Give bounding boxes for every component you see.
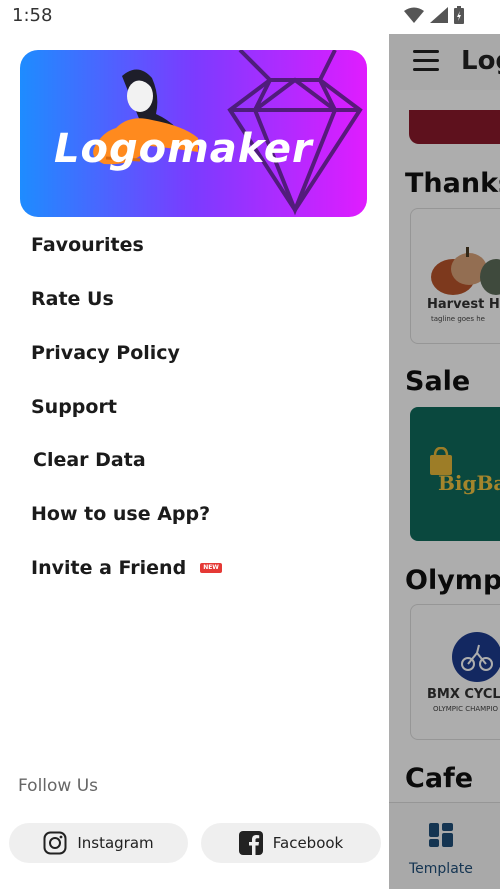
instagram-icon (43, 831, 67, 855)
bottom-navigation: Template (389, 802, 500, 889)
harvest-card-tagline: tagline goes he (431, 315, 485, 323)
menu-item-label: Clear Data (33, 449, 146, 471)
navigation-drawer: Logomaker Favourites Rate Us Privacy Pol… (0, 34, 389, 889)
section-title-sale: Sale (405, 366, 471, 397)
menu-item-label: How to use App? (31, 503, 211, 525)
facebook-icon (238, 831, 263, 855)
section-title-cafe: Cafe (405, 763, 474, 794)
menu-item-rate-us[interactable]: Rate Us (31, 284, 114, 314)
wifi-icon (404, 7, 424, 23)
background-app-title: Log (461, 46, 500, 76)
follow-us-label: Follow Us (18, 776, 99, 796)
signal-icon (430, 7, 448, 23)
pumpkin-icon (431, 247, 500, 295)
menu-item-how-to-use[interactable]: How to use App? (31, 499, 210, 529)
logomaker-logo-text: Logomaker (54, 126, 313, 172)
menu-item-label: Favourites (31, 234, 144, 256)
drawer-header-banner: Logomaker (20, 50, 367, 217)
menu-item-label: Rate Us (31, 288, 114, 310)
section-title-thanks: Thanks (405, 168, 500, 199)
instagram-button[interactable]: Instagram (9, 823, 188, 863)
new-badge: NEW (200, 563, 222, 573)
menu-item-favourites[interactable]: Favourites (31, 230, 144, 260)
status-icons (404, 6, 464, 24)
instagram-label: Instagram (77, 834, 154, 852)
template-card-harvest[interactable]: Harvest He tagline goes he (410, 208, 500, 344)
background-app: Log Thanks Harvest He tagline goes he Sa… (389, 34, 500, 889)
menu-item-privacy-policy[interactable]: Privacy Policy (31, 338, 180, 368)
menu-item-label: Support (31, 396, 117, 418)
harvest-card-title: Harvest He (427, 297, 500, 312)
status-time: 1:58 (12, 5, 53, 26)
background-toolbar: Log (389, 34, 500, 90)
bmx-emblem-icon (452, 632, 500, 682)
template-tab-icon[interactable] (429, 823, 453, 847)
background-banner (409, 110, 500, 144)
template-card-bigbaz[interactable]: BigBaz (410, 407, 500, 541)
facebook-label: Facebook (272, 834, 344, 852)
bmx-card-title: BMX CYCL (427, 687, 500, 702)
bmx-card-subtitle: OLYMPIC CHAMPIO (433, 705, 498, 713)
section-title-olympic: Olympi (405, 565, 500, 596)
hamburger-menu-icon[interactable] (413, 50, 439, 72)
menu-item-invite-friend[interactable]: Invite a Friend NEW (31, 553, 222, 583)
bigbaz-card-title: BigBaz (438, 471, 500, 495)
menu-item-label: Privacy Policy (31, 342, 180, 364)
menu-item-label: Invite a Friend (31, 557, 187, 579)
template-card-bmx[interactable]: BMX CYCL OLYMPIC CHAMPIO (410, 604, 500, 740)
menu-item-clear-data[interactable]: Clear Data (33, 445, 146, 475)
facebook-button[interactable]: Facebook (201, 823, 381, 863)
status-bar: 1:58 (0, 0, 500, 34)
template-tab-label[interactable]: Template (409, 861, 473, 877)
battery-icon (454, 6, 464, 24)
menu-item-support[interactable]: Support (31, 392, 117, 422)
